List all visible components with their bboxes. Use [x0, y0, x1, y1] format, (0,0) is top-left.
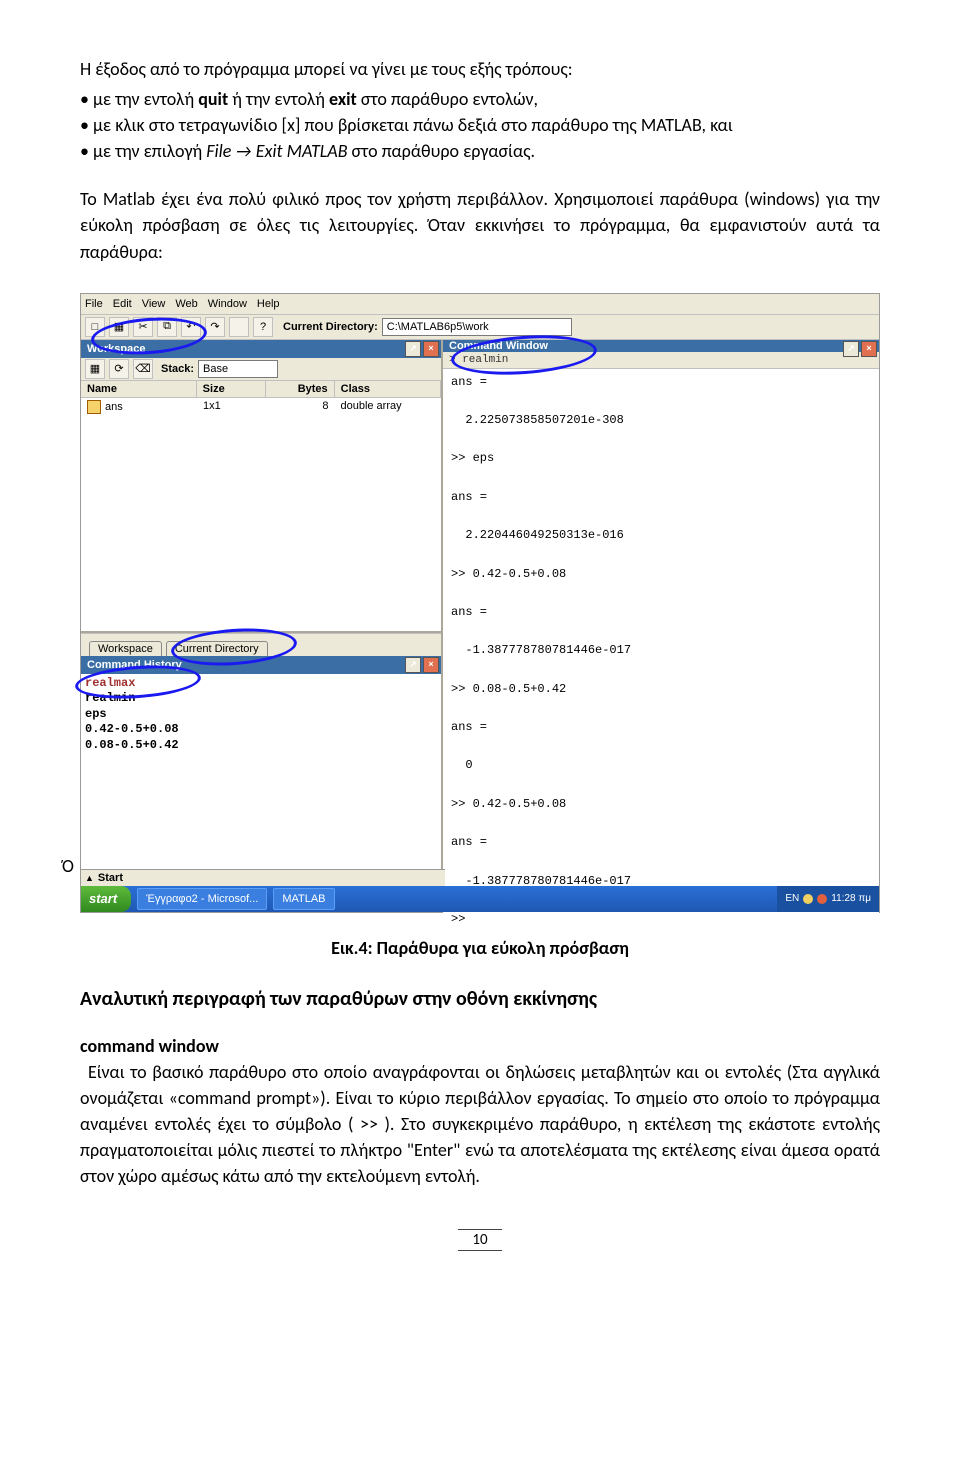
- tray-icon-1: [803, 894, 813, 904]
- intro-line: Η έξοδος από το πρόγραμμα μπορεί να γίνε…: [80, 56, 880, 82]
- dir-input[interactable]: C:\MATLAB6p5\work: [382, 318, 572, 336]
- menu-file[interactable]: File: [85, 298, 103, 310]
- tb-new-icon[interactable]: □: [85, 317, 105, 337]
- ws-var-bytes: 8: [266, 398, 335, 416]
- taskbar-item-matlab[interactable]: MATLAB: [273, 888, 334, 910]
- tb-open-icon[interactable]: ▦: [109, 317, 129, 337]
- tb-blank-icon[interactable]: [229, 317, 249, 337]
- ws-col-name[interactable]: Name: [81, 381, 197, 397]
- cmdhist-title-text: Command History: [87, 659, 182, 671]
- tb-redo-icon[interactable]: ↷: [205, 317, 225, 337]
- tray-icon-2: [817, 894, 827, 904]
- tray-lang: EN: [785, 893, 799, 904]
- cmdwin-title-text: Command Window: [449, 340, 548, 352]
- cmdhist-close-icon[interactable]: ×: [423, 657, 439, 673]
- stray-char: Ό: [62, 855, 74, 877]
- tray-clock: 11:28 πμ: [831, 893, 871, 904]
- workspace-title-text: Workspace: [87, 343, 146, 355]
- page-number: 10: [458, 1229, 501, 1251]
- ch-line-1[interactable]: realmin: [85, 691, 437, 707]
- figure-4: Ό File Edit View Web Window Help □ ▦ ✂ ⧉…: [80, 293, 880, 913]
- workspace-stackbar: ▦ ⟳ ⌫ Stack: Base: [81, 358, 441, 381]
- stack-select[interactable]: Base: [198, 360, 278, 378]
- workspace-undock-icon[interactable]: ↗: [405, 341, 421, 357]
- ws-col-size[interactable]: Size: [197, 381, 266, 397]
- menu-web[interactable]: Web: [175, 298, 197, 310]
- stack-label: Stack:: [161, 363, 194, 375]
- toolbar: □ ▦ ✂ ⧉ ↶ ↷ ? Current Directory: C:\MATL…: [81, 315, 879, 340]
- start-arrow-icon: ▲: [85, 873, 94, 883]
- cmdhist-title: Command History ↗ ×: [81, 656, 441, 674]
- b3-post: στο παράθυρο εργασίας.: [347, 140, 535, 162]
- section-heading: Αναλυτική περιγραφή των παραθύρων στην ο…: [80, 987, 880, 1011]
- ws-var-class: double array: [334, 398, 441, 416]
- menu-window[interactable]: Window: [208, 298, 247, 310]
- dir-label: Current Directory:: [283, 321, 378, 333]
- left-tabs: Workspace Current Directory: [81, 633, 441, 656]
- page-footer: 10: [80, 1229, 880, 1251]
- tab-current-directory[interactable]: Current Directory: [166, 641, 268, 656]
- bullet-1: • με την εντολή quit ή την εντολή exit σ…: [80, 86, 880, 112]
- ws-col-class[interactable]: Class: [335, 381, 441, 397]
- tb-undo-icon[interactable]: ↶: [181, 317, 201, 337]
- b1-quit: quit: [198, 88, 228, 110]
- ch-line-0[interactable]: realmax: [85, 676, 437, 692]
- start-button[interactable]: start: [81, 886, 131, 912]
- subsection-heading: command window: [80, 1035, 880, 1057]
- figure-caption: Εικ.4: Παράθυρα για εύκολη πρόσβαση: [80, 937, 880, 959]
- ch-line-4[interactable]: 0.08-0.5+0.42: [85, 738, 437, 754]
- menubar: File Edit View Web Window Help: [81, 294, 879, 315]
- windows-taskbar: start Έγγραφο2 - Microsof... MATLAB EN 1…: [81, 886, 879, 912]
- ch-line-2[interactable]: eps: [85, 707, 437, 723]
- b1-exit: exit: [329, 88, 357, 110]
- taskbar-item-word[interactable]: Έγγραφο2 - Microsof...: [137, 888, 267, 910]
- menu-help[interactable]: Help: [257, 298, 280, 310]
- cmdwin-firstline: > realmin: [443, 352, 879, 369]
- ws-row-ans[interactable]: ans 1x1 8 double array: [81, 398, 441, 416]
- start-button-label: start: [89, 891, 117, 906]
- matlab-start-bar[interactable]: ▲ Start: [81, 869, 445, 886]
- ws-tb1-icon[interactable]: ▦: [85, 359, 105, 379]
- workspace-title: Workspace ↗ ×: [81, 340, 441, 358]
- paragraph-3: Είναι το βασικό παράθυρο στο οποίο αναγρ…: [80, 1059, 880, 1189]
- tb-copy-icon[interactable]: ⧉: [157, 317, 177, 337]
- cmdhist-undock-icon[interactable]: ↗: [405, 657, 421, 673]
- workspace-table: Name Size Bytes Class ans 1x1 8 double a…: [81, 381, 441, 416]
- cmdhist-body: realmax realmin eps 0.42-0.5+0.08 0.08-0…: [81, 674, 441, 872]
- system-tray[interactable]: EN 11:28 πμ: [777, 886, 879, 912]
- cmdwin-undock-icon[interactable]: ↗: [843, 341, 859, 357]
- matlab-start-label: Start: [98, 872, 123, 884]
- tb-cut-icon[interactable]: ✂: [133, 317, 153, 337]
- ws-tb2-icon[interactable]: ⟳: [109, 359, 129, 379]
- cmdwin-close-icon[interactable]: ×: [861, 341, 877, 357]
- bullet-3: • με την επιλογή File → Exit MATLAB στο …: [80, 138, 880, 164]
- menu-edit[interactable]: Edit: [113, 298, 132, 310]
- ws-var-size: 1x1: [197, 398, 266, 416]
- ch-line-3[interactable]: 0.42-0.5+0.08: [85, 722, 437, 738]
- paragraph-2: Το Matlab έχει ένα πολύ φιλικό προς τον …: [80, 186, 880, 264]
- b3-italic: File → Exit MATLAB: [206, 140, 347, 162]
- bullet-2: • με κλικ στο τετραγωνίδιο [x] που βρίσκ…: [80, 112, 880, 138]
- ws-tb3-icon[interactable]: ⌫: [133, 359, 153, 379]
- menu-view[interactable]: View: [142, 298, 166, 310]
- ws-col-bytes[interactable]: Bytes: [266, 381, 335, 397]
- cmdwin-body[interactable]: ans = 2.225073858507201e-308 >> eps ans …: [443, 369, 879, 933]
- var-icon: [87, 400, 101, 414]
- b3-pre: • με την επιλογή: [80, 140, 206, 162]
- ws-var-name: ans: [105, 401, 123, 413]
- b1-pre: • με την εντολή: [80, 88, 198, 110]
- tb-help-icon[interactable]: ?: [253, 317, 273, 337]
- matlab-screenshot: File Edit View Web Window Help □ ▦ ✂ ⧉ ↶…: [80, 293, 880, 913]
- tab-workspace[interactable]: Workspace: [89, 641, 162, 656]
- b1-post: στο παράθυρο εντολών,: [357, 88, 538, 110]
- workspace-close-icon[interactable]: ×: [423, 341, 439, 357]
- b1-mid: ή την εντολή: [228, 88, 329, 110]
- cmdwin-title: Command Window ↗ ×: [443, 340, 879, 352]
